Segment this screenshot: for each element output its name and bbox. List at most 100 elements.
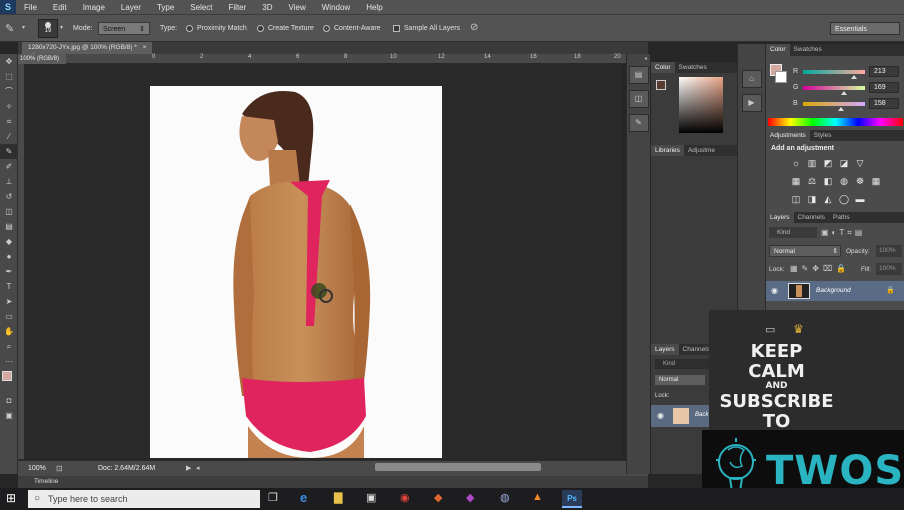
vibrance-icon[interactable]: ▽ (852, 157, 868, 170)
share-icon[interactable]: ⊡ (56, 464, 63, 473)
content-aware-label[interactable]: Content-Aware (334, 25, 381, 32)
more-tools-icon[interactable]: ··· (0, 354, 18, 369)
photo-filter-icon[interactable]: ◍ (836, 175, 852, 188)
clone-stamp-tool-icon[interactable]: ⊥ (0, 174, 18, 189)
posterize-icon[interactable]: ◨ (804, 193, 820, 206)
app-icon-purple[interactable]: ◆ (466, 491, 474, 504)
marquee-tool-icon[interactable]: ⬚ (0, 69, 18, 84)
tab-layers-main[interactable]: Layers (766, 212, 794, 223)
mode-select[interactable]: Screen ⇕ (98, 22, 150, 35)
brush-picker-arrow-icon[interactable]: ▾ (60, 24, 63, 31)
blue-slider-knob[interactable] (838, 107, 844, 111)
brush-tool-icon[interactable]: ✐ (0, 159, 18, 174)
brightness-contrast-icon[interactable]: ☼ (788, 157, 804, 170)
foreground-color-swatch[interactable] (2, 371, 12, 381)
menu-select[interactable]: Select (182, 3, 220, 12)
actions-icon[interactable]: ▶ (741, 94, 762, 112)
windows-start-icon[interactable]: ⊞ (6, 491, 16, 505)
taskbar-search-input[interactable]: ○ Type here to search (28, 490, 260, 508)
lock-icons[interactable]: ▦✎✥⌧🔒 (790, 264, 850, 273)
brush-size-picker[interactable]: 19 (38, 19, 58, 38)
create-texture-radio[interactable] (257, 25, 264, 32)
quick-mask-icon[interactable]: ◘ (0, 393, 18, 408)
pen-tool-icon[interactable]: ✒ (0, 264, 18, 279)
menu-file[interactable]: File (16, 3, 45, 12)
pressure-size-icon[interactable]: ⊘ (470, 22, 478, 33)
menu-filter[interactable]: Filter (221, 3, 255, 12)
blue-value[interactable]: 158 (869, 98, 899, 109)
background-layer-row[interactable]: ◉ Background 🔒 (766, 281, 904, 301)
blend-mode-dropdown[interactable]: Normal ⇕ (769, 245, 841, 257)
status-menu-arrow-icon[interactable]: ▶ (186, 464, 191, 472)
horizontal-scrollbar-thumb[interactable] (375, 463, 541, 471)
shape-tool-icon[interactable]: ▭ (0, 309, 18, 324)
eyedropper-tool-icon[interactable]: ⁄ (0, 129, 18, 144)
levels-icon[interactable]: ▥ (804, 157, 820, 170)
tab-adjustments-main[interactable]: Adjustments (766, 130, 810, 141)
task-view-icon[interactable]: ❐ (268, 491, 278, 504)
timeline-panel[interactable]: Timeline (18, 476, 648, 488)
layer-visibility-eye-icon[interactable]: ◉ (771, 286, 778, 295)
type-tool-icon[interactable]: T (0, 279, 18, 294)
app-icon-media[interactable]: ◍ (500, 491, 510, 504)
exposure-icon[interactable]: ◪ (836, 157, 852, 170)
tab-swatches[interactable]: Swatches (675, 62, 711, 73)
menu-window[interactable]: Window (314, 3, 358, 12)
chrome-icon[interactable]: ◉ (400, 491, 410, 504)
move-tool-icon[interactable]: ✥ (0, 54, 18, 69)
blend-mode-select[interactable]: Normal (655, 375, 705, 385)
hue-saturation-icon[interactable]: ▦ (788, 175, 804, 188)
healing-brush-tool-icon[interactable]: ✎ (0, 144, 18, 159)
black-white-icon[interactable]: ◧ (820, 175, 836, 188)
menu-type[interactable]: Type (149, 3, 182, 12)
tab-color-main[interactable]: Color (766, 44, 790, 56)
gradient-tool-icon[interactable]: ▤ (0, 219, 18, 234)
selective-color-icon[interactable]: ◯ (836, 193, 852, 206)
green-value[interactable]: 169 (869, 82, 899, 93)
menu-help[interactable]: Help (358, 3, 390, 12)
dodge-tool-icon[interactable]: ● (0, 249, 18, 264)
sample-all-layers-checkbox[interactable] (393, 25, 400, 32)
green-slider-row[interactable]: G 169 (766, 82, 904, 96)
eraser-tool-icon[interactable]: ◫ (0, 204, 18, 219)
menu-image[interactable]: Image (75, 3, 113, 12)
zoom-level[interactable]: 100% (28, 465, 46, 472)
tab-layers[interactable]: Layers (651, 344, 679, 355)
color-swatches[interactable] (0, 369, 17, 393)
red-slider[interactable] (803, 70, 865, 74)
properties-panel-icon[interactable]: ◫ (628, 90, 649, 108)
scroll-left-icon[interactable]: ◂ (196, 464, 200, 472)
tab-channels-main[interactable]: Channels (794, 212, 829, 223)
content-aware-radio[interactable] (323, 25, 330, 32)
channel-mixer-icon[interactable]: ☸ (852, 175, 868, 188)
document-tab[interactable]: 1280x720-JYx.jpg @ 100% (RGB/8) * × (22, 42, 153, 54)
zoom-tool-icon[interactable]: ⌕ (0, 339, 18, 354)
blue-slider-row[interactable]: B 158 (766, 98, 904, 112)
tab-color[interactable]: Color (651, 62, 675, 73)
layer-filter-icons[interactable]: ▣◐T⌗▤ (821, 228, 865, 238)
curves-icon[interactable]: ◩ (820, 157, 836, 170)
color-lookup-icon[interactable]: ▦ (868, 175, 884, 188)
threshold-icon[interactable]: ◭ (820, 193, 836, 206)
red-slider-knob[interactable] (851, 75, 857, 79)
file-explorer-icon[interactable]: ▇ (334, 491, 342, 504)
fg-color-chip[interactable] (656, 80, 666, 90)
close-icon[interactable]: × (143, 44, 147, 51)
menu-3d[interactable]: 3D (254, 3, 280, 12)
eye-icon[interactable]: ◉ (657, 411, 664, 420)
menu-layer[interactable]: Layer (113, 3, 149, 12)
menu-view[interactable]: View (281, 3, 314, 12)
proximity-match-label[interactable]: Proximity Match (197, 25, 247, 32)
tab-paths[interactable]: Paths (829, 212, 854, 223)
document-image[interactable] (150, 86, 442, 458)
photoshop-logo-icon[interactable]: S (0, 0, 16, 14)
create-texture-label[interactable]: Create Texture (268, 25, 314, 32)
color-ramp[interactable] (768, 118, 903, 126)
app-icon-vlc[interactable]: ▲ (532, 491, 543, 503)
blue-slider[interactable] (803, 102, 865, 106)
red-slider-row[interactable]: R 213 (766, 66, 904, 80)
history-panel-icon[interactable]: ▤ (628, 66, 649, 84)
green-slider[interactable] (803, 86, 865, 90)
photoshop-taskbar-icon[interactable]: Ps (562, 490, 582, 508)
tool-preset-arrow-icon[interactable]: ▾ (22, 24, 25, 31)
